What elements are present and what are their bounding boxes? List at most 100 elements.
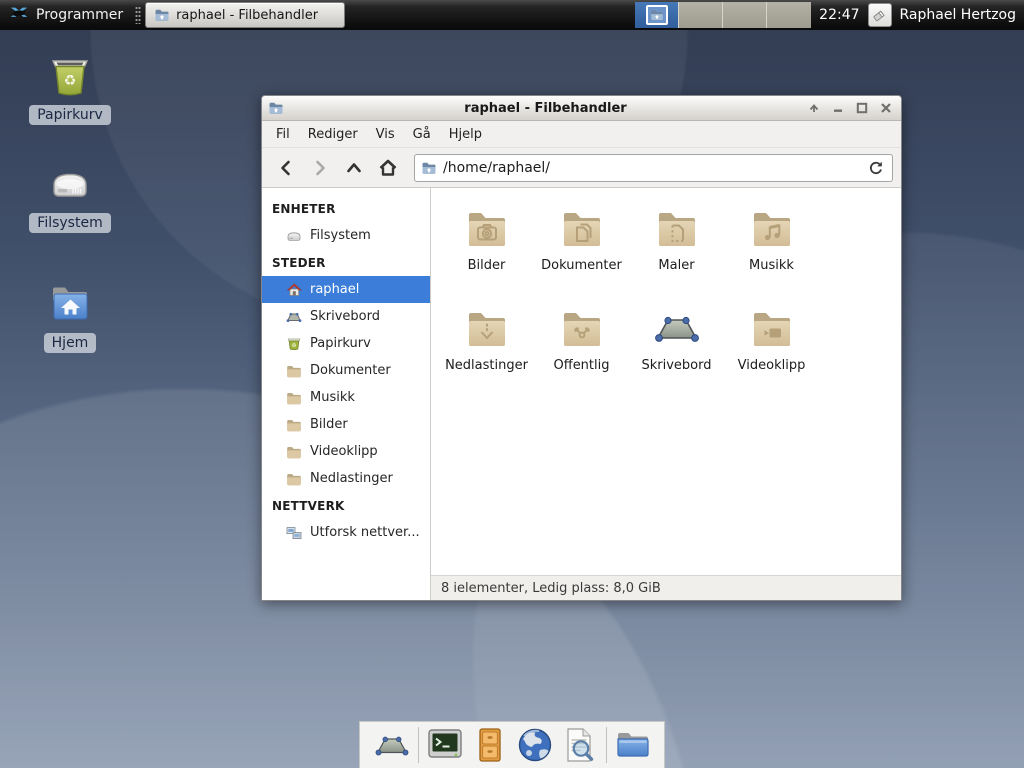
- dock-folder-button[interactable]: [614, 726, 652, 764]
- sidebar-item-raphael[interactable]: raphael: [262, 276, 430, 303]
- desktop-icon-home[interactable]: Hjem: [20, 280, 120, 353]
- clock: 22:47: [819, 7, 859, 23]
- file-item-public[interactable]: Offentlig: [534, 298, 629, 398]
- menu-help[interactable]: Hjelp: [441, 124, 490, 145]
- window-folder-icon: [268, 100, 284, 116]
- folder-icon: [154, 7, 170, 23]
- menu-file[interactable]: Fil: [268, 124, 298, 145]
- file-item-downloads[interactable]: Nedlastinger: [439, 298, 534, 398]
- maximize-button[interactable]: [855, 101, 869, 115]
- home-button[interactable]: [372, 153, 404, 183]
- desktop-icon-label: Filsystem: [29, 213, 110, 233]
- up-button[interactable]: [338, 153, 370, 183]
- file-item-music[interactable]: Musikk: [724, 198, 819, 298]
- path-bar[interactable]: /home/raphael/: [414, 154, 893, 182]
- sidebar-item-downloads[interactable]: Nedlastinger: [262, 465, 430, 492]
- sidebar-item-filesystem[interactable]: Filsystem: [262, 222, 430, 249]
- dock-search-button[interactable]: [561, 726, 599, 764]
- sidebar-item-trash[interactable]: Papirkurv: [262, 330, 430, 357]
- folder-icon: [650, 8, 664, 22]
- up-icon: [345, 159, 363, 177]
- globe-icon: [516, 726, 554, 764]
- sidebar-item-desktop[interactable]: Skrivebord: [262, 303, 430, 330]
- home-folder-icon: [46, 280, 94, 328]
- trash-icon: [286, 336, 302, 352]
- path-value[interactable]: /home/raphael/: [443, 160, 862, 176]
- terminal-icon: [426, 726, 464, 764]
- menu-view[interactable]: Vis: [368, 124, 403, 145]
- folder-icon: [286, 363, 302, 379]
- file-item-pictures[interactable]: Bilder: [439, 198, 534, 298]
- session-action-button[interactable]: [868, 3, 892, 27]
- statusbar: 8 ielementer, Ledig plass: 8,0 GiB: [431, 575, 901, 600]
- workspace-window-miniature: [646, 5, 668, 25]
- sidebar-header-places: STEDER: [262, 249, 430, 276]
- minimize-button[interactable]: [831, 101, 845, 115]
- sidebar-item-pictures[interactable]: Bilder: [262, 411, 430, 438]
- back-button[interactable]: [270, 153, 302, 183]
- sidebar-item-videos[interactable]: Videoklipp: [262, 438, 430, 465]
- user-name: Raphael Hertzog: [900, 7, 1016, 23]
- close-button[interactable]: [879, 101, 893, 115]
- file-item-videos[interactable]: Videoklipp: [724, 298, 819, 398]
- sidebar-item-browse-network[interactable]: Utforsk nettver...: [262, 519, 430, 546]
- workspace-4[interactable]: [767, 2, 811, 28]
- titlebar[interactable]: raphael - Filbehandler: [262, 96, 901, 121]
- sidebar-header-network: NETTVERK: [262, 492, 430, 519]
- folder-icon: [286, 444, 302, 460]
- folder-icon: [421, 160, 437, 176]
- folder-pictures-icon: [463, 204, 511, 252]
- desktop-icon-filesystem[interactable]: Filsystem: [20, 160, 120, 233]
- sidebar-item-documents[interactable]: Dokumenter: [262, 357, 430, 384]
- forward-button[interactable]: [304, 153, 336, 183]
- desktop-icon: [653, 304, 701, 352]
- document-search-icon: [561, 726, 599, 764]
- network-icon: [286, 525, 302, 541]
- taskbar-window-label: raphael - Filbehandler: [176, 8, 318, 23]
- drive-icon: [286, 228, 302, 244]
- home-icon: [286, 282, 302, 298]
- workspace-3[interactable]: [723, 2, 767, 28]
- shade-icon: [808, 102, 820, 114]
- workspace-2[interactable]: [679, 2, 723, 28]
- dock-file-cabinet-button[interactable]: [471, 726, 509, 764]
- dock-terminal-button[interactable]: [426, 726, 464, 764]
- eraser-icon: [870, 5, 890, 25]
- sidebar-item-music[interactable]: Musikk: [262, 384, 430, 411]
- menu-edit[interactable]: Rediger: [300, 124, 366, 145]
- dock-separator: [418, 727, 419, 763]
- taskbar-grip[interactable]: [135, 6, 141, 24]
- workspace-1[interactable]: [635, 2, 679, 28]
- desktop-icon-trash[interactable]: Papirkurv: [20, 52, 120, 125]
- file-item-documents[interactable]: Dokumenter: [534, 198, 629, 298]
- dock-separator: [606, 727, 607, 763]
- trash-icon: [46, 52, 94, 100]
- applications-menu[interactable]: Programmer: [6, 0, 131, 30]
- workspace-pager[interactable]: [635, 2, 811, 28]
- dock-web-browser-button[interactable]: [516, 726, 554, 764]
- file-item-desktop[interactable]: Skrivebord: [629, 298, 724, 398]
- taskbar-window-button[interactable]: raphael - Filbehandler: [145, 2, 345, 28]
- xfce-logo-icon: [8, 4, 30, 26]
- back-icon: [277, 159, 295, 177]
- shade-button[interactable]: [807, 101, 821, 115]
- maximize-icon: [856, 102, 868, 114]
- close-icon: [880, 102, 892, 114]
- folder-downloads-icon: [463, 304, 511, 352]
- file-icon-view[interactable]: Bilder Dokumenter Maler Musikk Nedlastin…: [431, 188, 901, 575]
- applications-menu-label: Programmer: [36, 7, 123, 23]
- dock: [359, 721, 665, 768]
- window-title: raphael - Filbehandler: [284, 101, 807, 116]
- reload-icon[interactable]: [868, 160, 884, 176]
- desktop-icon-label: Papirkurv: [29, 105, 111, 125]
- desktop-icon-label: Hjem: [44, 333, 97, 353]
- dock-show-desktop-button[interactable]: [373, 726, 411, 764]
- folder-videos-icon: [748, 304, 796, 352]
- menu-go[interactable]: Gå: [405, 124, 439, 145]
- file-item-templates[interactable]: Maler: [629, 198, 724, 298]
- folder-icon: [614, 726, 652, 764]
- file-manager-window: raphael - Filbehandler Fil Rediger Vis G…: [261, 95, 902, 601]
- statusbar-text: 8 ielementer, Ledig plass: 8,0 GiB: [441, 581, 661, 596]
- toolbar: /home/raphael/: [262, 148, 901, 188]
- folder-public-icon: [558, 304, 606, 352]
